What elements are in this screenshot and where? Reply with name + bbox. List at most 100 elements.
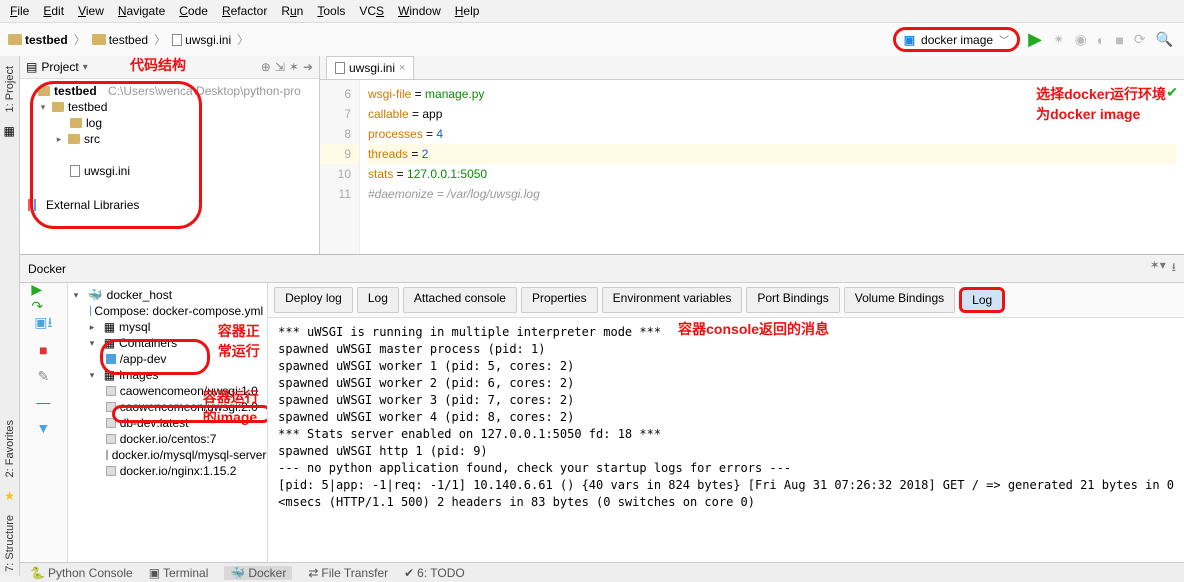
tab-favorites[interactable]: 2: Favorites — [2, 416, 18, 481]
image-icon — [106, 434, 116, 444]
run-config-label: docker image — [921, 33, 993, 47]
run-config-selector[interactable]: ▣ docker image ﹀ — [893, 27, 1020, 52]
docker-tree[interactable]: ▾🐳docker_host Compose: docker-compose.ym… — [68, 283, 268, 562]
dt-img-1[interactable]: caowencomeon/uwsgi:2.0 — [68, 399, 267, 415]
image-icon — [106, 386, 116, 396]
breadcrumb: testbed 〉 testbed 〉 uwsgi.ini 〉 — [8, 31, 889, 48]
tab-log[interactable]: Log — [357, 287, 399, 313]
coverage-button[interactable]: ◉ — [1075, 31, 1087, 48]
menu-refactor[interactable]: Refactor — [222, 4, 267, 18]
tab-env-vars[interactable]: Environment variables — [602, 287, 743, 313]
bc-file[interactable]: uwsgi.ini — [172, 33, 231, 47]
editor-tabs: uwsgi.ini × — [320, 56, 1184, 80]
bc-proj[interactable]: testbed — [92, 33, 148, 47]
docker-actions: ▶ ↷ ▣⭳ ■ ✎ — ▼ — [20, 283, 68, 562]
image-icon — [106, 466, 116, 476]
tree-testbed[interactable]: ▾testbed — [20, 99, 319, 115]
tab-port-bindings[interactable]: Port Bindings — [746, 287, 839, 313]
menu-run[interactable]: Run — [281, 4, 303, 18]
gear-icon[interactable]: ✶ — [289, 60, 299, 74]
menu-help[interactable]: Help — [455, 4, 480, 18]
hide-icon[interactable]: ➜ — [303, 60, 313, 74]
download-icon[interactable]: ⭳ — [1172, 258, 1176, 279]
tab-deploy-log[interactable]: Deploy log — [274, 287, 353, 313]
tree-log[interactable]: log — [20, 115, 319, 131]
bb-python-console[interactable]: 🐍 Python Console — [30, 566, 133, 580]
folder-icon — [70, 118, 82, 128]
run-button[interactable]: ▶ — [1028, 29, 1042, 50]
project-panel-header: ▤ Project ▾ ⊕ ⇲ ✶ ➜ — [20, 56, 319, 79]
debug-button[interactable]: ✴ — [1053, 31, 1065, 48]
dt-img-0[interactable]: caowencomeon/uwsgi:1.0 — [68, 383, 267, 399]
dt-containers[interactable]: ▾▦Containers — [68, 335, 267, 351]
project-tree[interactable]: testbed C:\Users\wenca\Desktop\python-pr… — [20, 79, 319, 254]
chevron-down-icon: ﹀ — [999, 32, 1009, 47]
menu-tools[interactable]: Tools — [317, 4, 345, 18]
tree-uwsgi[interactable]: uwsgi.ini — [20, 163, 319, 179]
tab-properties[interactable]: Properties — [521, 287, 598, 313]
tree-src[interactable]: ▸src — [20, 131, 319, 147]
gutter: 67891011 — [320, 80, 360, 254]
dt-img-5[interactable]: docker.io/nginx:1.15.2 — [68, 463, 267, 479]
container-icon — [106, 354, 116, 364]
run-icon[interactable]: ▶ ↷ — [31, 289, 55, 307]
folder-icon — [92, 34, 106, 45]
update-button[interactable]: ⟳ — [1134, 31, 1146, 48]
filter-icon[interactable]: ▼ — [31, 419, 55, 437]
bb-file-transfer[interactable]: ⇄ File Transfer — [308, 566, 388, 580]
stop-button[interactable]: ■ — [1115, 32, 1123, 48]
menu-edit[interactable]: Edit — [43, 4, 64, 18]
search-button[interactable]: 🔍 — [1156, 31, 1173, 48]
chevron-down-icon[interactable]: ▾ — [83, 62, 88, 73]
dt-img-2[interactable]: db-dev:latest — [68, 415, 267, 431]
docker-panel-header: Docker ✶▾ ⭳ — [20, 254, 1184, 283]
stop-icon[interactable]: ■ — [31, 341, 55, 359]
profile-button[interactable]: ◐ — [1097, 32, 1105, 48]
tab-icon[interactable]: ▦ — [4, 124, 16, 136]
tab-volume-bindings[interactable]: Volume Bindings — [844, 287, 955, 313]
project-panel: ▤ Project ▾ ⊕ ⇲ ✶ ➜ 代码结构 testbed C:\User… — [20, 56, 320, 254]
dt-mysql[interactable]: ▸▦mysql — [68, 319, 267, 335]
dt-img-3[interactable]: docker.io/centos:7 — [68, 431, 267, 447]
grid-icon: ▦ — [104, 368, 115, 382]
ini-icon — [70, 165, 80, 177]
menu-navigate[interactable]: Navigate — [118, 4, 165, 18]
dt-img-4[interactable]: docker.io/mysql/mysql-server:5.7 — [68, 447, 267, 463]
dt-images[interactable]: ▾▦Images — [68, 367, 267, 383]
dt-compose[interactable]: Compose: docker-compose.yml — [68, 303, 267, 319]
tab-structure[interactable]: 7: Structure — [2, 511, 18, 576]
docker-title: Docker — [28, 262, 66, 276]
file-icon — [172, 34, 182, 46]
menu-vcs[interactable]: VCS — [359, 4, 384, 18]
tab-log-active[interactable]: Log — [959, 287, 1005, 313]
close-icon[interactable]: × — [399, 62, 405, 74]
collapse-icon[interactable]: ⇲ — [275, 60, 285, 74]
tree-ext-lib[interactable]: External Libraries — [20, 197, 319, 213]
bb-terminal[interactable]: ▣ Terminal — [149, 566, 209, 580]
editor-tab-uwsgi[interactable]: uwsgi.ini × — [326, 56, 414, 79]
project-icon: ▤ — [26, 60, 37, 74]
edit-icon[interactable]: ✎ — [31, 367, 55, 385]
target-icon[interactable]: ⊕ — [261, 60, 271, 74]
bottom-toolbar: 🐍 Python Console ▣ Terminal 🐳 Docker ⇄ F… — [20, 562, 1184, 582]
bb-todo[interactable]: ✔ 6: TODO — [404, 566, 465, 580]
code-area[interactable]: wsgi-file = manage.pycallable = appproce… — [360, 80, 1184, 254]
dt-host[interactable]: ▾🐳docker_host — [68, 287, 267, 303]
delete-icon[interactable]: — — [31, 393, 55, 411]
gear-icon[interactable]: ✶▾ — [1150, 258, 1166, 279]
bb-docker[interactable]: 🐳 Docker — [224, 566, 292, 580]
deploy-icon[interactable]: ▣⭳ — [31, 315, 55, 333]
image-icon — [106, 418, 116, 428]
menu-file[interactable]: File — [10, 4, 29, 18]
menu-window[interactable]: Window — [398, 4, 441, 18]
bc-root[interactable]: testbed — [8, 33, 68, 47]
tree-root[interactable]: testbed C:\Users\wenca\Desktop\python-pr… — [20, 83, 319, 99]
tab-attached-console[interactable]: Attached console — [403, 287, 517, 313]
dt-app-dev[interactable]: /app-dev — [68, 351, 267, 367]
menu-code[interactable]: Code — [179, 4, 208, 18]
menu-view[interactable]: View — [78, 4, 104, 18]
console-output[interactable]: *** uWSGI is running in multiple interpr… — [268, 318, 1184, 562]
tab-project[interactable]: 1: Project — [2, 62, 18, 116]
whale-icon: 🐳 — [88, 288, 103, 302]
compose-icon — [90, 306, 91, 316]
